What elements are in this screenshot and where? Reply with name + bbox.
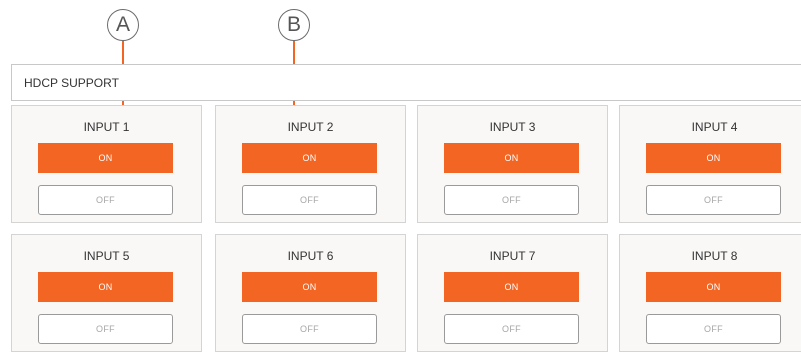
input-8-off-button[interactable]: OFF [646,314,781,344]
input-card-6: INPUT 6 ON OFF [215,234,406,352]
input-card-1: INPUT 1 ON OFF [11,105,202,223]
input-card-5: INPUT 5 ON OFF [11,234,202,352]
input-label: INPUT 3 [489,120,536,134]
section-title: HDCP SUPPORT [24,75,119,90]
input-2-on-button[interactable]: ON [242,143,377,173]
input-label: INPUT 1 [83,120,130,134]
input-1-on-button[interactable]: ON [38,143,173,173]
input-card-8: INPUT 8 ON OFF [619,234,801,352]
input-7-on-button[interactable]: ON [444,272,579,302]
input-label: INPUT 8 [691,249,738,263]
input-label: INPUT 7 [489,249,536,263]
input-card-3: INPUT 3 ON OFF [417,105,608,223]
input-label: INPUT 5 [83,249,130,263]
input-4-on-button[interactable]: ON [646,143,781,173]
input-4-off-button[interactable]: OFF [646,185,781,215]
input-label: INPUT 4 [691,120,738,134]
input-1-off-button[interactable]: OFF [38,185,173,215]
input-card-7: INPUT 7 ON OFF [417,234,608,352]
input-card-4: INPUT 4 ON OFF [619,105,801,223]
input-label: INPUT 6 [287,249,334,263]
callout-b: B [278,9,310,41]
input-label: INPUT 2 [287,120,334,134]
input-3-off-button[interactable]: OFF [444,185,579,215]
input-6-on-button[interactable]: ON [242,272,377,302]
input-card-2: INPUT 2 ON OFF [215,105,406,223]
hdcp-support-header: HDCP SUPPORT [11,64,801,101]
input-5-on-button[interactable]: ON [38,272,173,302]
input-8-on-button[interactable]: ON [646,272,781,302]
input-5-off-button[interactable]: OFF [38,314,173,344]
input-2-off-button[interactable]: OFF [242,185,377,215]
callout-a: A [107,9,139,41]
input-6-off-button[interactable]: OFF [242,314,377,344]
input-7-off-button[interactable]: OFF [444,314,579,344]
input-3-on-button[interactable]: ON [444,143,579,173]
